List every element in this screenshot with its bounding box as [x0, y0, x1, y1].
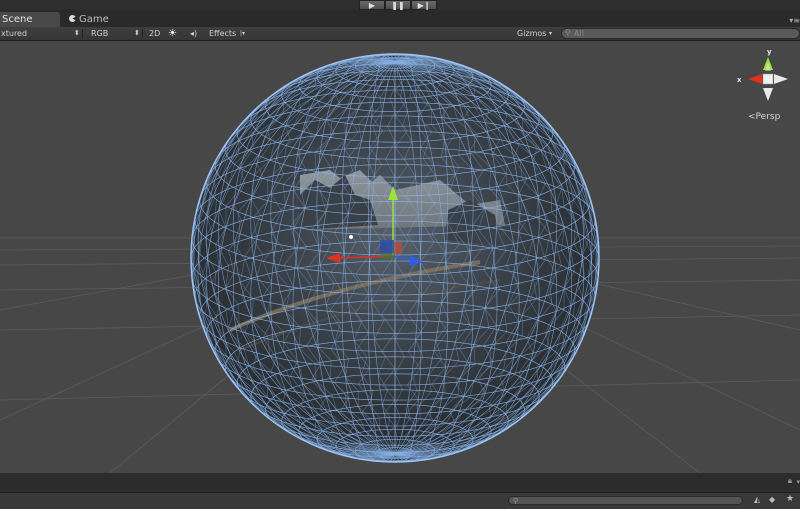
hierarchy-search-input[interactable]: ⚲ All: [561, 28, 800, 39]
render-mode-dropdown[interactable]: xtured: [1, 27, 27, 40]
view-tab-bar: Scene Game ▾≡: [0, 10, 800, 27]
play-controls-bar: ▶ ❚❚ ▶❙: [0, 0, 800, 10]
step-icon: ▶❙: [417, 1, 431, 10]
search-icon: ⚲: [513, 497, 519, 505]
project-search-input[interactable]: ⚲: [508, 496, 743, 505]
favorite-star-icon[interactable]: ★: [786, 494, 794, 504]
tab-scene-label: Scene: [2, 14, 33, 25]
divider: [142, 29, 143, 38]
tab-game[interactable]: Game: [64, 12, 129, 27]
panel-menu-icon[interactable]: ▾≡: [789, 13, 800, 28]
lock-icon[interactable]: 🔒︎: [788, 476, 792, 486]
chevron-updown-icon: ⬍: [74, 29, 80, 37]
search-placeholder: All: [574, 29, 584, 38]
view-cube: [762, 73, 774, 85]
toggle-2d-button[interactable]: 2D: [149, 27, 160, 40]
x-axis-label: x: [737, 76, 742, 84]
dropdown-arrow-icon: |▾: [240, 30, 246, 37]
dropdown-arrow-icon: ▾: [549, 30, 553, 37]
color-mode-dropdown[interactable]: RGB: [91, 27, 108, 40]
toggle-2d-label: 2D: [149, 29, 161, 38]
pacman-icon: [69, 15, 76, 22]
audio-speaker-icon[interactable]: ◂): [190, 27, 197, 40]
lighting-sun-icon[interactable]: ☀: [168, 27, 177, 40]
panel-menu-icon[interactable]: ▾: [796, 478, 800, 486]
bottom-dock-divider: 🔒︎ ▾: [0, 473, 800, 492]
gizmos-dropdown[interactable]: Gizmos: [517, 27, 546, 40]
project-toolbar: ⚲ ◭ ◆ ★: [0, 492, 800, 509]
effects-dropdown[interactable]: Effects: [209, 27, 236, 40]
label-tag-icon[interactable]: ◆: [769, 495, 775, 504]
light-icon: [349, 235, 353, 239]
chevron-updown-icon: ⬍: [134, 29, 140, 37]
projection-label[interactable]: <Persp: [748, 112, 781, 122]
render-mode-label: xtured: [1, 29, 28, 38]
pause-icon: ❚❚: [391, 1, 405, 10]
step-button[interactable]: ▶❙: [411, 0, 437, 10]
filter-type-icon[interactable]: ◭: [754, 495, 760, 504]
play-icon: ▶: [368, 1, 376, 10]
scene-toolbar: xtured ⬍ RGB ⬍ 2D ☀ ◂) Effects |▾ Gizmos…: [0, 27, 800, 41]
pause-button[interactable]: ❚❚: [385, 0, 411, 10]
y-axis-label: y: [767, 48, 772, 56]
gizmos-label: Gizmos: [517, 29, 547, 38]
effects-label: Effects: [209, 29, 237, 38]
divider: [82, 29, 83, 38]
scene-viewport[interactable]: y x <Persp: [0, 41, 800, 473]
search-icon: ⚲: [565, 28, 571, 37]
color-mode-label: RGB: [91, 29, 109, 38]
tab-scene[interactable]: Scene: [0, 12, 60, 27]
play-button[interactable]: ▶: [359, 0, 385, 10]
tab-game-label: Game: [79, 14, 109, 25]
